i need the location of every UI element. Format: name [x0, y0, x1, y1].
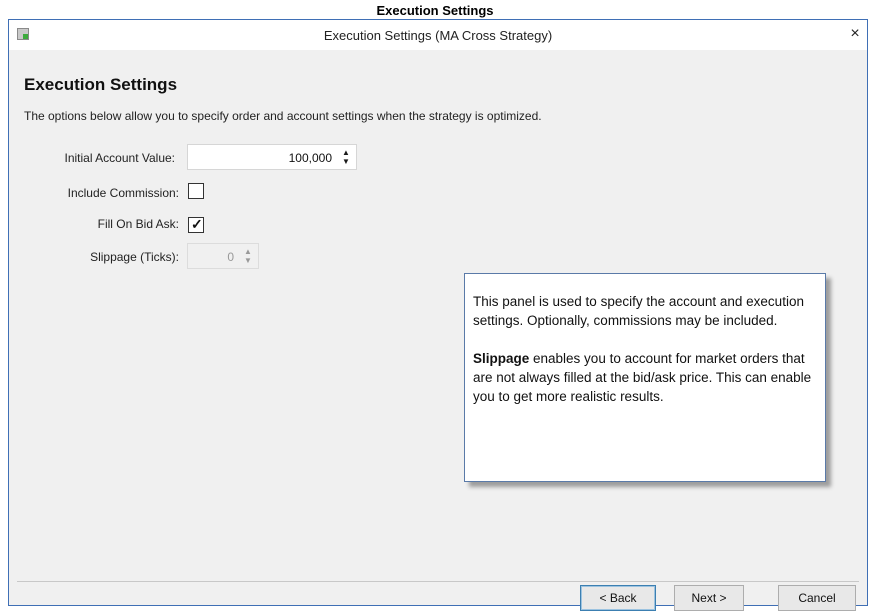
footer-divider [17, 581, 859, 582]
window-title: Execution Settings (MA Cross Strategy) [323, 28, 553, 43]
help-callout: This panel is used to specify the accoun… [464, 273, 826, 482]
back-button[interactable]: < Back [580, 585, 656, 611]
slippage-label: Slippage (Ticks): [90, 250, 179, 264]
fill-on-bid-ask-label: Fill On Bid Ask: [97, 217, 179, 231]
help-slippage-term: Slippage [473, 351, 530, 366]
help-paragraph-1: This panel is used to specify the accoun… [473, 294, 804, 328]
include-commission-checkbox[interactable] [188, 183, 204, 199]
spinner-up-icon[interactable]: ▲ [243, 247, 253, 256]
cancel-button[interactable]: Cancel [778, 585, 856, 611]
fill-on-bid-ask-checkbox[interactable]: ✓ [188, 216, 204, 233]
spinner-arrows[interactable]: ▲ ▼ [243, 247, 253, 265]
help-paragraph-2: Slippage enables you to account for mark… [473, 349, 815, 406]
page-title: Execution Settings [24, 75, 178, 94]
title-bar[interactable]: Execution Settings (MA Cross Strategy) × [9, 20, 867, 50]
execution-settings-dialog: Execution Settings (MA Cross Strategy) ×… [8, 19, 868, 611]
slippage-value[interactable]: 0 [227, 250, 234, 264]
include-commission-label: Include Commission: [67, 186, 179, 200]
close-button[interactable]: × [846, 25, 864, 43]
next-button[interactable]: Next > [674, 585, 744, 611]
initial-account-value-label: Initial Account Value: [64, 151, 175, 165]
spinner-arrows[interactable]: ▲ ▼ [341, 148, 351, 166]
page-caption: Execution Settings [376, 3, 494, 18]
page-description: The options below allow you to specify o… [24, 109, 542, 123]
initial-account-value[interactable]: 100,000 [289, 151, 332, 165]
spinner-down-icon[interactable]: ▼ [341, 157, 351, 166]
initial-account-value-spinner[interactable]: 100,000 ▲ ▼ [187, 144, 357, 170]
slippage-spinner[interactable]: 0 ▲ ▼ [187, 243, 259, 269]
spinner-up-icon[interactable]: ▲ [341, 148, 351, 157]
spinner-down-icon[interactable]: ▼ [243, 256, 253, 265]
checkmark-icon: ✓ [191, 216, 203, 232]
